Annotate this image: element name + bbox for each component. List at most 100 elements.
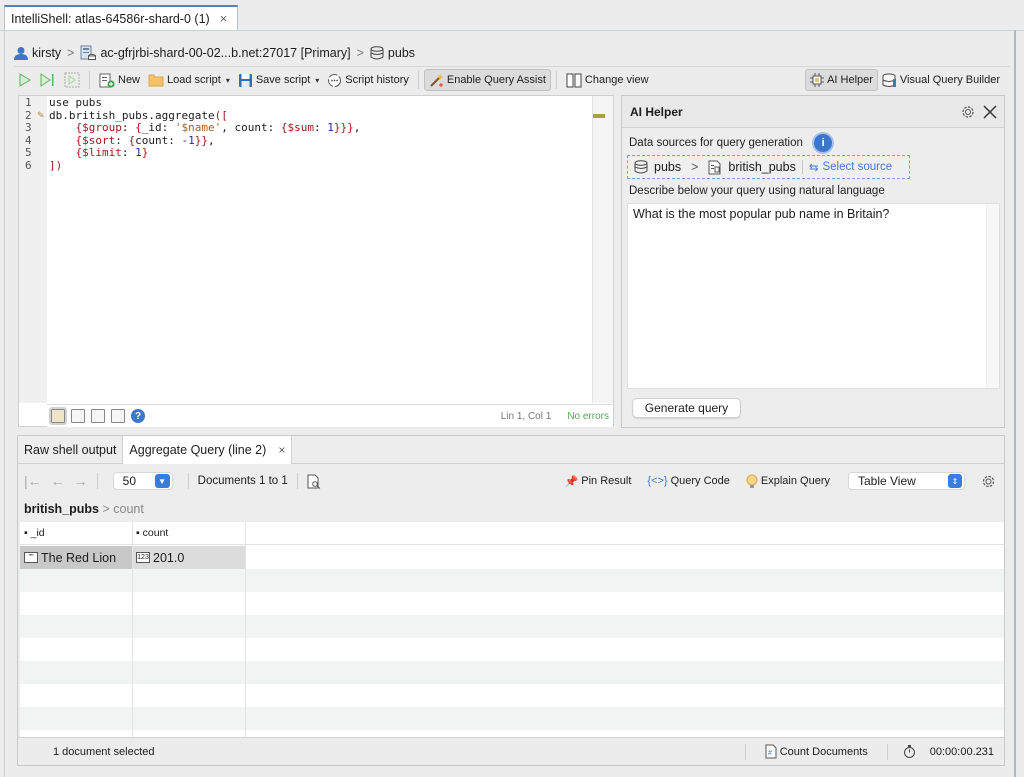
natural-language-query-input[interactable]: What is the most popular pub name in Bri… [627,203,1000,389]
code-completion-icon[interactable] [49,407,67,425]
enable-query-assist-button[interactable]: Enable Query Assist [423,69,551,91]
breadcrumb: kirsty > ac-gfrjrbi-shard-00-02...b.net:… [14,44,415,62]
new-script-button[interactable]: New [95,69,144,91]
table-row[interactable]: "" The Red Lion 123 201.0 [20,546,1004,569]
data-sources-text: Data sources for query generation [629,137,803,150]
outdent-icon[interactable] [111,409,125,423]
query-text[interactable]: What is the most popular pub name in Bri… [628,204,999,224]
format-icon[interactable] [71,409,85,423]
source-collection: british_pubs [728,160,796,174]
script-editor[interactable]: 1 2 ✎ 3 4 5 6 use pubs db.british_pubs.ag… [18,95,614,427]
editor-scrollbar[interactable] [592,96,613,403]
status-divider [886,743,888,760]
query-code-button[interactable]: {<>} Query Code [643,470,734,492]
info-icon[interactable]: i [814,134,833,152]
save-script-button[interactable]: Save script ▾ [234,69,323,91]
results-right-tools: 📌 Pin Result {<>} Query Code Explain Que… [561,470,1004,492]
indent-icon[interactable] [91,409,105,423]
warning-marker[interactable] [593,114,605,118]
table-row[interactable] [20,707,1004,730]
vqb-label: Visual Query Builder [899,74,1000,86]
run-statement-icon [40,73,54,87]
column-header-id[interactable]: ▪ _id [20,522,132,544]
breadcrumb-server[interactable]: ac-gfrjrbi-shard-00-02...b.net:27017 [Pr… [100,46,350,60]
page-size-value: 50 [122,474,136,488]
swap-arrows-icon: ⇆ [808,162,819,174]
gear-icon[interactable] [981,474,996,489]
tab-label: Raw shell output [24,442,117,457]
pin-icon: 📌 [564,475,579,488]
next-page-icon[interactable]: → [74,473,88,489]
grid-header-row: ▪ _id ▪ count [20,522,1004,545]
cell-count[interactable]: 123 201.0 [132,546,245,569]
script-history-button[interactable]: Script history [323,69,413,91]
table-row[interactable] [20,638,1004,661]
code-line[interactable]: ]) [49,159,593,173]
breadcrumb-user[interactable]: kirsty [32,46,61,60]
path-collection[interactable]: british_pubs [24,502,99,516]
tab-aggregate-query[interactable]: Aggregate Query (line 2) × [122,436,293,464]
path-separator: > [102,502,114,516]
tab-intellishell[interactable]: IntelliShell: atlas-64586r-shard-0 (1) × [4,5,238,30]
count-documents-button[interactable]: # Count Documents [761,741,872,763]
edit-pencil-icon: ✎ [37,110,45,120]
generate-query-button[interactable]: Generate query [632,398,741,418]
previous-page-icon[interactable]: ← [51,473,65,489]
source-divider [801,160,803,174]
page-size-select[interactable]: 50 ▼ [112,472,173,490]
user-icon [14,47,28,60]
tab-raw-shell-output[interactable]: Raw shell output [18,436,122,463]
toolbar-divider [296,473,298,489]
run-statement-button[interactable] [36,69,60,91]
path-field: count [113,502,144,516]
close-tab-icon[interactable]: × [278,443,285,457]
find-in-results-icon[interactable] [307,474,321,489]
table-row[interactable] [20,592,1004,615]
code-line[interactable]: {$limit: 1} [49,146,593,160]
code-area[interactable]: use pubs db.british_pubs.aggregate([ {$gr… [48,96,593,403]
toolbar-divider [555,71,557,89]
help-icon[interactable]: ? [131,409,145,423]
first-page-icon[interactable]: |← [24,473,42,489]
code-braces-icon: {<>} [647,475,668,487]
table-row[interactable] [20,661,1004,684]
breadcrumb-separator: > [356,46,364,60]
toolbar-divider [187,473,189,489]
close-tab-icon[interactable]: × [220,11,228,26]
run-selection-button[interactable] [60,69,84,91]
breadcrumb-database[interactable]: pubs [388,46,415,60]
table-row[interactable] [20,684,1004,707]
toolbar-divider [89,71,90,89]
pin-result-button[interactable]: 📌 Pin Result [561,470,636,492]
table-row[interactable] [20,569,1004,592]
data-sources-label: Data sources for query generation i [629,134,833,152]
string-type-icon: "" [24,552,38,563]
results-toolbar: |← ← → 50 ▼ Documents 1 to 1 📌 Pin Resul… [18,470,1004,492]
chevron-right-icon: > [691,160,699,174]
documents-range: Documents 1 to 1 [197,475,288,487]
gear-icon[interactable] [960,104,976,120]
close-icon[interactable] [982,104,998,120]
column-header-count[interactable]: ▪ count [132,522,245,544]
run-button[interactable] [14,69,36,91]
change-view-button[interactable]: Change view [562,69,653,91]
ai-helper-button[interactable]: AI Helper [805,69,878,91]
query-input-scrollbar[interactable] [986,204,999,388]
cell-value: The Red Lion [41,550,117,565]
tab-title: IntelliShell: atlas-64586r-shard-0 (1) [11,11,210,26]
line-number: 1 [25,96,32,109]
column-divider[interactable] [245,522,246,738]
run-icon [19,73,31,87]
column-divider[interactable] [132,522,133,738]
data-source-selector[interactable]: pubs > british_pubs ⇆ Select source [627,155,910,179]
table-row[interactable] [20,615,1004,638]
toolbar-divider [96,473,98,489]
visual-query-builder-button[interactable]: Visual Query Builder [878,69,1004,91]
select-source-link[interactable]: ⇆ Select source [809,160,892,174]
results-grid[interactable]: ▪ _id ▪ count "" The Red Lion 123 201.0 [20,522,1004,738]
load-script-button[interactable]: Load script ▾ [144,69,234,91]
cell-id[interactable]: "" The Red Lion [20,546,132,569]
explain-query-button[interactable]: Explain Query [742,470,834,492]
code-line[interactable]: use pubs [49,96,593,110]
view-mode-select[interactable]: Table View ⇕ [848,472,965,490]
